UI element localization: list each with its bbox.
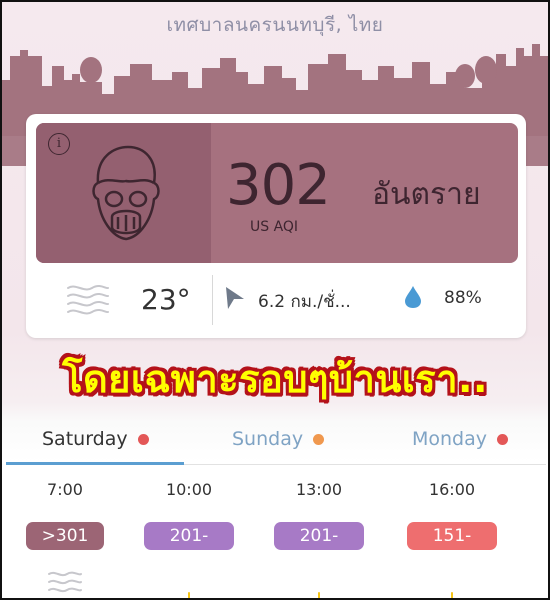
tab-monday[interactable]: Monday: [412, 424, 509, 454]
temperature-value: 23°: [141, 283, 191, 316]
hour-time: 16:00: [428, 480, 476, 499]
hour-time: 10:00: [165, 480, 213, 499]
aqi-status-dot: [497, 433, 509, 445]
sun-icon: [318, 592, 320, 598]
hourly-item[interactable]: 13:00 201-300: [274, 480, 364, 598]
hour-time: 13:00: [295, 480, 343, 499]
aqi-unit-label: US AQI: [250, 219, 299, 235]
day-tabs: Saturday Sunday Monday: [6, 416, 546, 466]
hour-time: 7:00: [47, 480, 83, 499]
water-drop-icon: [405, 286, 421, 308]
stats-divider: [212, 275, 213, 325]
weather-stats-row: 23° 6.2 กม./ชั่... 88%: [36, 269, 518, 329]
hourly-item[interactable]: 7:00 >301: [20, 480, 110, 596]
sun-icon: [451, 592, 453, 598]
aqi-level-label: อันตราย: [372, 177, 481, 212]
hourly-forecast: 7:00 >301 10:00 201-300 13:00 201-300 16…: [2, 480, 548, 598]
tab-label: Saturday: [42, 428, 128, 450]
tab-label: Sunday: [232, 428, 304, 450]
aqi-icon-panel: i: [36, 123, 211, 263]
wind-speed-value: 6.2 กม./ชั่...: [258, 292, 351, 312]
sun-icon: [188, 592, 190, 598]
tab-label: Monday: [412, 428, 488, 450]
hourly-item[interactable]: 16:00 151-200: [407, 480, 497, 598]
humidity-value: 88%: [444, 288, 482, 308]
wind-icon: [48, 571, 82, 593]
aqi-value: 302: [226, 153, 331, 218]
aqi-range-badge: 201-300: [274, 522, 364, 574]
info-icon[interactable]: i: [48, 133, 70, 155]
hourly-item[interactable]: 10:00 201-300: [144, 480, 234, 598]
tab-saturday[interactable]: Saturday: [42, 424, 149, 454]
aqi-status-dot: [313, 433, 325, 445]
aqi-status-dot: [137, 433, 149, 445]
aqi-range-badge: >301: [26, 522, 104, 550]
app-screen: เทศบาลนครนนทบุรี, ไทย i 302 US AQI อันตร…: [0, 0, 550, 600]
aqi-status-panel[interactable]: i 302 US AQI อันตราย: [36, 123, 518, 263]
gas-mask-icon: [92, 145, 160, 241]
aqi-card[interactable]: i 302 US AQI อันตราย 23° 6.2 กม./ชั่... …: [26, 114, 526, 338]
aqi-range-badge: 201-300: [144, 522, 234, 574]
tab-sunday[interactable]: Sunday: [232, 424, 325, 454]
wind-direction-arrow-icon: [226, 287, 244, 309]
aqi-range-badge: 151-200: [407, 522, 497, 574]
active-tab-indicator: [6, 462, 184, 465]
overlay-caption: โดยเฉพาะรอบๆบ้านเรา..: [62, 357, 488, 401]
wind-icon: [67, 285, 109, 315]
